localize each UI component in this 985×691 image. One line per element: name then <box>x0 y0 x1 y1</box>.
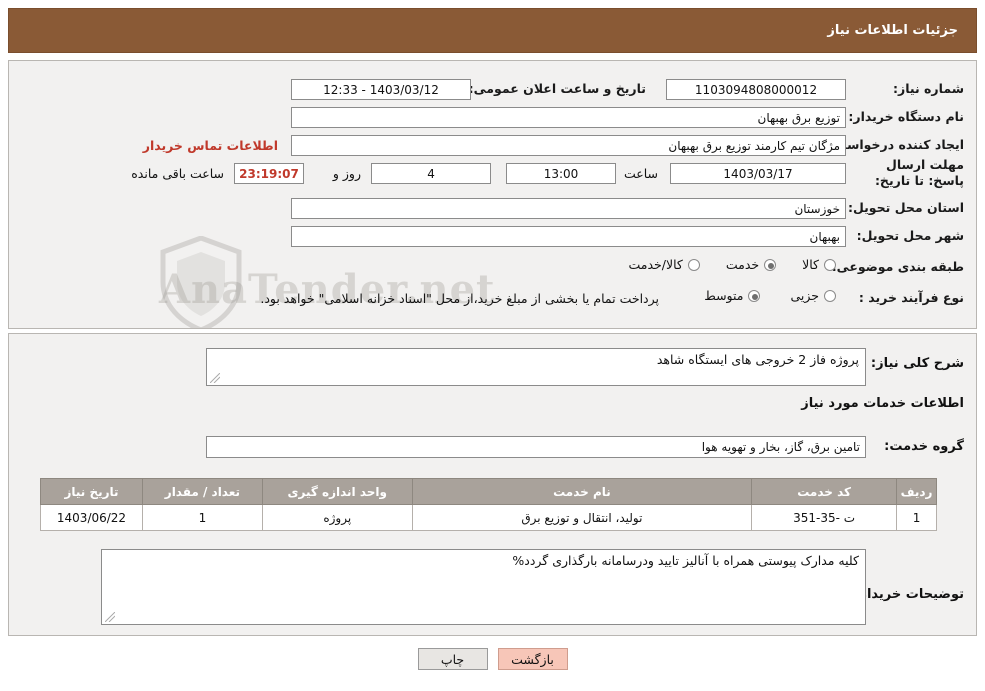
need-number-label: شماره نیاز: <box>893 81 964 96</box>
category-option-khedmat[interactable]: خدمت <box>725 257 777 272</box>
requester-label: ایجاد کننده درخواست: <box>828 137 964 152</box>
service-group-value[interactable]: تامین برق، گاز، بخار و تهویه هوا <box>206 436 866 458</box>
cell-row-no: 1 <box>896 504 937 531</box>
back-button[interactable]: بازگشت <box>497 648 568 670</box>
general-description-label: شرح کلی نیاز: <box>870 356 964 371</box>
category-label: طبقه بندی موضوعی: <box>831 259 964 274</box>
th-unit: واحد اندازه گیری <box>261 478 413 505</box>
page-title: جزئیات اطلاعات نیاز <box>827 23 958 38</box>
cell-need-date: 1403/06/22 <box>40 504 143 531</box>
process-option-jozi[interactable]: جزیی <box>790 288 836 303</box>
th-service-code: کد خدمت <box>751 478 898 505</box>
page-header: جزئیات اطلاعات نیاز <box>8 8 977 53</box>
service-group-label: گروه خدمت: <box>884 439 964 454</box>
th-row-no: ردیف <box>896 478 937 505</box>
cell-unit: پروژه <box>261 504 413 531</box>
purchase-process-note: پرداخت تمام یا بخشی از مبلغ خرید،از محل … <box>260 291 659 306</box>
th-service-name: نام خدمت <box>411 478 753 505</box>
shield-icon <box>160 236 242 328</box>
deadline-time-label: ساعت <box>623 166 658 181</box>
buyer-notes-label: توضیحات خریدار: <box>854 587 964 602</box>
announce-datetime-label: تاریخ و ساعت اعلان عمومی: <box>468 81 646 96</box>
process-option-motavasset-label: متوسط <box>704 288 744 303</box>
action-button-row: بازگشت چاپ <box>0 648 985 670</box>
need-number-value[interactable]: 1103094808000012 <box>666 79 846 100</box>
table-row: 1 ت -35-351 تولید، انتقال و توزیع برق پر… <box>40 504 937 531</box>
category-option-kala-khedmat[interactable]: کالا/خدمت <box>628 257 700 272</box>
category-option-kala-label: کالا <box>802 257 819 272</box>
page-root: جزئیات اطلاعات نیاز AnaTender.net شماره … <box>0 0 985 691</box>
radio-icon-checked[interactable] <box>748 289 761 302</box>
deadline-days[interactable]: 4 <box>371 163 491 184</box>
deadline-label: مهلت ارسال پاسخ: تا تاریخ: <box>874 157 964 188</box>
resize-handle-icon[interactable] <box>210 373 220 383</box>
purchase-process-radio-group: جزیی متوسط <box>704 288 836 303</box>
resize-handle-icon[interactable] <box>105 612 115 622</box>
process-option-jozi-label: جزیی <box>790 288 819 303</box>
table-header-row: ردیف کد خدمت نام خدمت واحد اندازه گیری ت… <box>40 478 937 505</box>
delivery-province-label: استان محل تحویل: <box>847 200 964 215</box>
process-option-motavasset[interactable]: متوسط <box>704 288 761 303</box>
buyer-org-value[interactable]: توزیع برق بهبهان <box>291 107 846 128</box>
category-option-kala-khedmat-label: کالا/خدمت <box>628 257 683 272</box>
delivery-province-value[interactable]: خوزستان <box>291 198 846 219</box>
buyer-notes-input[interactable]: کلیه مدارک پیوستی همراه با آنالیز تایید … <box>101 549 866 625</box>
services-section-title: اطلاعات خدمات مورد نیاز <box>801 396 964 411</box>
cell-service-name: تولید، انتقال و توزیع برق <box>411 504 753 531</box>
print-button[interactable]: چاپ <box>417 648 488 670</box>
services-table: ردیف کد خدمت نام خدمت واحد اندازه گیری ت… <box>40 478 937 531</box>
announce-datetime-value[interactable]: 1403/03/12 - 12:33 <box>291 79 471 100</box>
category-option-kala[interactable]: کالا <box>802 257 836 272</box>
delivery-city-label: شهر محل تحویل: <box>856 228 964 243</box>
deadline-date[interactable]: 1403/03/17 <box>670 163 846 184</box>
general-description-value: پروژه فاز 2 خروجی های ایستگاه شاهد <box>656 352 859 367</box>
deadline-countdown: 23:19:07 <box>234 163 304 184</box>
delivery-city-value[interactable]: بهبهان <box>291 226 846 247</box>
th-quantity: تعداد / مقدار <box>141 478 263 505</box>
radio-icon[interactable] <box>824 289 836 302</box>
deadline-time[interactable]: 13:00 <box>506 163 616 184</box>
purchase-process-label: نوع فرآیند خرید : <box>858 290 964 305</box>
th-need-date: تاریخ نیاز <box>40 478 143 505</box>
radio-icon[interactable] <box>687 258 700 271</box>
buyer-notes-value: کلیه مدارک پیوستی همراه با آنالیز تایید … <box>512 553 859 568</box>
category-radio-group: کالا خدمت کالا/خدمت <box>628 257 836 272</box>
buyer-org-label: نام دستگاه خریدار: <box>848 109 964 124</box>
cell-quantity: 1 <box>141 504 263 531</box>
buyer-contact-link[interactable]: اطلاعات تماس خریدار <box>143 138 278 153</box>
deadline-days-label: روز و <box>332 166 361 181</box>
radio-icon[interactable] <box>824 258 836 271</box>
category-option-khedmat-label: خدمت <box>725 257 760 272</box>
requester-value[interactable]: مژگان تیم کارمند توزیع برق بهبهان <box>291 135 846 156</box>
cell-service-code: ت -35-351 <box>751 504 898 531</box>
need-summary-panel: AnaTender.net شماره نیاز: 11030948080000… <box>8 60 977 329</box>
radio-icon-checked[interactable] <box>764 258 777 271</box>
general-description-input[interactable]: پروژه فاز 2 خروجی های ایستگاه شاهد <box>206 348 866 386</box>
deadline-remaining-label: ساعت باقی مانده <box>131 166 224 181</box>
field-need-number: شماره نیاز: <box>854 81 964 96</box>
